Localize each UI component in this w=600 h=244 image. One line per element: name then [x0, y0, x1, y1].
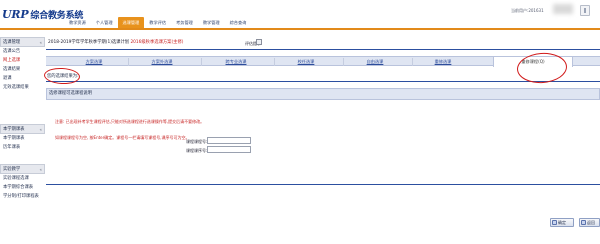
sidebar-section-header[interactable]: 实验教学 « [0, 164, 45, 174]
tab-retake[interactable]: 重修选课 [424, 57, 462, 67]
collapse-icon[interactable]: « [40, 165, 42, 174]
tab-cross-major[interactable]: 跨专业选课 [216, 57, 256, 67]
plan-link[interactable]: 2016级秋季选课方案(主修) [130, 40, 183, 45]
nav-tab-personal[interactable]: 个人管理 [91, 17, 118, 28]
section-divider [46, 81, 600, 82]
title-divider [46, 49, 600, 50]
warning-text-2: 如课程课程号为空, 按Enter确定。课程号一栏请填写课程号,课序号可为空。 [55, 135, 190, 140]
logo-main-text: URP [2, 8, 29, 21]
main-content: 2018-2019学年学年秋季学期(1)选课计划 2016级秋季选课方案(主修)… [46, 37, 600, 244]
form-bottom-divider [46, 184, 600, 185]
sidebar-item-invalid-result[interactable]: 无效选课结果 [0, 83, 45, 92]
back-icon [581, 220, 586, 225]
header-divider [0, 28, 600, 30]
tab-divider [128, 58, 129, 66]
sidebar-section-lab: 实验教学 « 实验课程选课 本学期综合课表 学分制/打印课程表 [0, 164, 45, 201]
confirm-button-label: 确定 [558, 220, 566, 225]
tab-free-selection[interactable]: 自由选课 [358, 57, 392, 67]
nav-tab-query[interactable]: 综合查询 [225, 17, 252, 28]
course-number-input[interactable] [207, 137, 251, 144]
tab-retake-courses-q[interactable]: 重修课程(Q) [493, 57, 573, 67]
collapse-icon[interactable]: « [40, 38, 42, 47]
selected-courses-label: 您的选课结果为: [47, 74, 79, 79]
warning-text-1: 注意: 已出现补考学生课程评估,只能对所选课程进行选课操作等,提交后请不要修改。 [55, 119, 205, 124]
sidebar-item-past-timetable[interactable]: 历年课表 [0, 143, 45, 152]
selection-tabbar: 方案选课 方案外选课 跨专业选课 校任选课 自由选课 重修选课 重修课程(Q) [46, 56, 600, 67]
tab-divider [274, 58, 275, 66]
sidebar: 选课管理 « 选课公告 网上选课 选课结果 退课 无效选课结果 本学期课表 « … [0, 37, 45, 244]
sequence-number-input[interactable] [207, 146, 251, 153]
nav-tab-course-selection[interactable]: 选课管理 [117, 17, 145, 28]
sidebar-section-header[interactable]: 本学期课表 « [0, 124, 45, 134]
sidebar-section-course-selection: 选课管理 « 选课公告 网上选课 选课结果 退课 无效选课结果 [0, 37, 45, 92]
tab-divider [343, 58, 344, 66]
sidebar-item-print-timetable[interactable]: 学分制/打印课程表 [0, 192, 45, 201]
collapse-icon[interactable]: « [40, 125, 42, 134]
sidebar-item-announcement[interactable]: 选课公告 [0, 47, 45, 56]
course-number-label: 课程课程号: [186, 139, 208, 144]
sidebar-item-lab-selection[interactable]: 实验课程选课 [0, 174, 45, 183]
tab-elective[interactable]: 校任选课 [286, 57, 326, 67]
sidebar-section-header[interactable]: 选课管理 « [0, 37, 45, 47]
notice-icon[interactable] [256, 39, 262, 45]
sidebar-item-online-selection[interactable]: 网上选课 [0, 56, 45, 65]
nav-tab-teaching-resources[interactable]: 教学资源 [64, 17, 91, 28]
semester-title: 2018-2019学年学年秋季学期(1)选课计划 [48, 40, 130, 45]
sidebar-section-title: 选课管理 [3, 40, 21, 45]
nav-tab-exams[interactable]: 考务管理 [171, 17, 198, 28]
sidebar-section-timetable: 本学期课表 « 本学期课表 历年课表 [0, 124, 45, 152]
sidebar-item-semester-timetable[interactable]: 本学期课表 [0, 134, 45, 143]
nav-tab-teaching-mgmt[interactable]: 教学管理 [198, 17, 225, 28]
course-table-header: 选修课程可选课程说明 [46, 88, 600, 100]
tab-plan-courses[interactable]: 方案选课 [76, 57, 112, 67]
confirm-button[interactable]: 确定 [550, 218, 574, 227]
logout-icon[interactable] [580, 5, 590, 16]
semester-title-row: 2018-2019学年学年秋季学期(1)选课计划 2016级秋季选课方案(主修) [46, 37, 600, 49]
confirm-icon [552, 220, 557, 225]
sequence-number-label: 课程课序号: [186, 148, 208, 153]
top-navigation: 教学资源 个人管理 选课管理 教学评估 考务管理 教学管理 综合查询 [64, 17, 251, 28]
tab-divider [201, 58, 202, 66]
sidebar-item-selection-result[interactable]: 选课结果 [0, 65, 45, 74]
app-header: URP 综合教务系统 教学资源 个人管理 选课管理 教学评估 考务管理 教学管理 … [0, 0, 600, 30]
sidebar-section-title: 本学期课表 [3, 127, 25, 132]
current-user-label: 当前用户:201631 [511, 8, 544, 13]
nav-tab-evaluation[interactable]: 教学评估 [144, 17, 171, 28]
sidebar-item-drop-course[interactable]: 退课 [0, 74, 45, 83]
tab-outside-plan[interactable]: 方案外选课 [142, 57, 182, 67]
tab-divider [412, 58, 413, 66]
sidebar-section-title: 实验教学 [3, 167, 21, 172]
back-button[interactable]: 返回 [579, 218, 600, 227]
back-button-label: 返回 [587, 220, 595, 225]
redacted-user-name [553, 4, 573, 14]
sidebar-item-combined-timetable[interactable]: 本学期综合课表 [0, 183, 45, 192]
